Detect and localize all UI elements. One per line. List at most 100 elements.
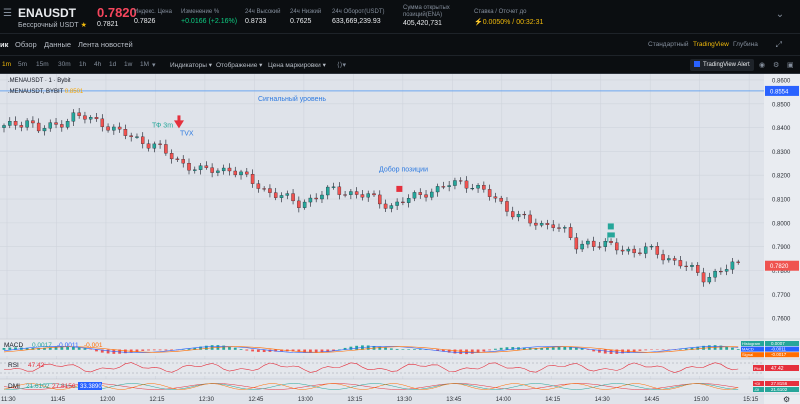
fullscreen-icon[interactable]: ⤢: [776, 40, 782, 50]
chart-legend-title: .MENAUSDT · 1 · Bybit: [8, 78, 71, 84]
indicators-button[interactable]: Индикаторы ▾: [170, 61, 212, 69]
macd-tag-value: -0.0011: [771, 347, 786, 352]
tab-news[interactable]: Лента новостей: [78, 40, 133, 49]
timeframe-15m[interactable]: 15m: [36, 61, 49, 68]
candle-body: [239, 171, 243, 176]
candle-body: [13, 121, 18, 126]
candle-body: [117, 126, 122, 130]
candle-body: [349, 191, 353, 195]
price-type-button[interactable]: Цена маркировки ▾: [268, 61, 326, 69]
candle-body: [129, 135, 133, 138]
candle-body: [690, 265, 694, 267]
stat-24h-low: 24ч Низкий 0.7625: [290, 9, 322, 25]
macd-histogram-bar: [736, 349, 740, 350]
tvx-marker-label: TVX: [180, 130, 194, 137]
candle-body: [106, 126, 110, 131]
timeframe-1h[interactable]: 1h: [79, 61, 86, 68]
view-standard[interactable]: Стандартный: [648, 41, 689, 48]
candle-body: [100, 118, 105, 127]
candle-body: [696, 265, 700, 273]
candle-body: [88, 117, 93, 120]
candle-body: [360, 194, 365, 198]
candle-body: [574, 237, 579, 250]
timeframe-5m[interactable]: 5m: [18, 61, 27, 68]
y-tick-label: 0.8500: [772, 102, 791, 108]
tradingview-alert-button[interactable]: TradingView Alert: [690, 59, 754, 71]
macd-histogram-bar: [499, 347, 503, 350]
chevron-down-icon[interactable]: ▾: [152, 61, 156, 69]
view-depth[interactable]: Глубина: [733, 41, 758, 48]
rsi-tag: 47.42: [771, 366, 784, 372]
candle-body: [273, 192, 278, 198]
candle-body: [291, 193, 295, 202]
timeframe-1d[interactable]: 1d: [109, 61, 116, 68]
macd-histogram-bar: [384, 347, 387, 350]
camera-icon[interactable]: ◉: [759, 61, 765, 69]
candle-body: [383, 203, 388, 209]
view-tradingview[interactable]: TradingView: [693, 41, 729, 48]
timeframe-4h[interactable]: 4h: [94, 61, 101, 68]
display-button[interactable]: Отображение ▾: [216, 61, 262, 69]
candle-body: [591, 240, 596, 247]
candle-body: [482, 185, 486, 190]
tab-overview[interactable]: Обзор: [15, 40, 37, 49]
candle-body: [227, 167, 232, 172]
timeframe-30m[interactable]: 30m: [58, 61, 71, 68]
candle-body: [528, 214, 532, 224]
candle-body: [2, 125, 6, 128]
stat-24h-turnover: 24ч Оборот(USDT) 633,669,239.93: [332, 9, 385, 25]
stat-index-price: Индекс. Цена 0.7826: [134, 9, 172, 25]
candle-body: [597, 246, 602, 248]
y-tick-label: 0.8600: [772, 78, 791, 84]
candle-body: [285, 193, 290, 196]
candle-body: [245, 171, 249, 175]
candle-body: [534, 222, 538, 226]
timeframe-1m[interactable]: 1m: [2, 61, 11, 68]
signal-level-label: Сигнальный уровень: [258, 95, 326, 103]
candle-body: [447, 185, 451, 187]
rsi-panel: [0, 359, 764, 376]
candle-body: [418, 192, 422, 195]
y-tick-label: 0.8000: [772, 221, 791, 227]
favorite-star-icon[interactable]: ★: [81, 22, 87, 29]
macd-histogram-bar: [494, 348, 497, 350]
chevron-down-icon[interactable]: ⌄: [774, 9, 786, 21]
candle-body: [638, 252, 642, 254]
rsi-legend-name: RSI: [8, 362, 19, 369]
candle-body: [626, 248, 631, 252]
menu-icon[interactable]: ☰: [3, 8, 14, 19]
candle-body: [320, 194, 324, 200]
timeframe-annotation: ТФ 3m: [152, 122, 173, 129]
symbol-name[interactable]: ENAUSDT: [18, 6, 76, 20]
candlestick-chart[interactable]: 0.8600 0.8500 0.8400 0.8300 0.8200 0.8100 0.80…: [0, 74, 800, 404]
compare-icon[interactable]: ⟨⟩▾: [337, 61, 346, 69]
macd-legend-value: -0.001: [84, 342, 103, 349]
candle-body: [146, 143, 151, 149]
candle-body: [25, 120, 29, 128]
candle-body: [424, 194, 428, 198]
layout-icon[interactable]: ▣: [787, 61, 794, 69]
alert-logo-icon: [694, 61, 700, 67]
candle-body: [135, 136, 139, 138]
macd-histogram-bar: [239, 349, 243, 350]
candle-body: [204, 165, 209, 168]
tab-data[interactable]: Данные: [44, 40, 71, 49]
dmi-tag-value: 21.6102: [771, 387, 788, 392]
candle-body: [19, 125, 24, 128]
macd-histogram-bar: [638, 349, 642, 351]
timeframe-1w[interactable]: 1w: [124, 61, 132, 68]
candle-body: [297, 200, 301, 208]
macd-histogram-bar: [106, 349, 110, 354]
candle-body: [476, 185, 480, 189]
tab-chart[interactable]: ик: [0, 40, 8, 49]
candle-body: [48, 122, 53, 129]
macd-histogram-bar: [557, 346, 561, 350]
settings-icon[interactable]: ⚙: [773, 61, 779, 69]
candle-body: [701, 272, 706, 283]
timeframe-1M[interactable]: 1M: [140, 61, 149, 68]
macd-histogram-bar: [366, 345, 370, 350]
x-tick-label: 11:30: [1, 397, 16, 403]
candle-body: [736, 261, 740, 263]
chart-area[interactable]: 0.8600 0.8500 0.8400 0.8300 0.8200 0.8100 0.80…: [0, 74, 800, 404]
last-price: 0.7820: [97, 5, 137, 20]
